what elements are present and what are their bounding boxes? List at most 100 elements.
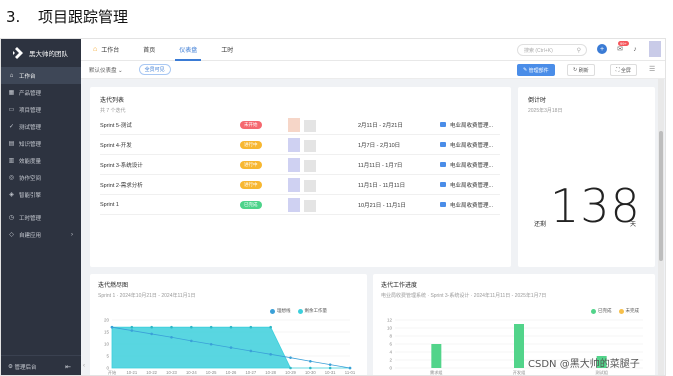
status-badge: 已完成 [240, 200, 262, 209]
brand-name: 黑大帅的团队 [29, 51, 68, 58]
sidebar-item[interactable]: ◎ 协作空间 [1, 169, 81, 186]
x-tick-label: 10-26 [226, 370, 237, 375]
iteration-name[interactable]: Sprint 4-开发 [100, 141, 132, 149]
refresh-button[interactable]: ↻ 刷新 [567, 64, 595, 76]
y-tick-label: 2 [389, 358, 392, 363]
table-row[interactable]: Sprint 1 已完成 10月21日 - 11月1日 电业局收费管理... [100, 195, 500, 215]
table-row[interactable]: Sprint 3-系统设计 进行中 11月11日 - 1月7日 电业局收费管理... [100, 155, 500, 175]
remaining-point [269, 325, 272, 329]
ideal-point [289, 356, 292, 359]
y-tick-label: 6 [389, 342, 392, 347]
notification-badge: 99+ [618, 41, 629, 46]
dashboard-select[interactable]: 默认仪表盘 ⌄ [89, 66, 123, 74]
table-row[interactable]: Sprint 4-开发 进行中 1月7日 - 2月10日 电业局收费管理... [100, 135, 500, 155]
sidebar-item[interactable]: ⌂ 工作台 [1, 67, 81, 84]
folder-icon [440, 162, 446, 167]
table-row[interactable]: Sprint 2-需求分析 进行中 11月1日 - 11月11日 电业局收费管理... [100, 175, 500, 195]
fullscreen-button[interactable]: ⛶ 全屏 [610, 64, 637, 76]
collapse-icon[interactable]: ⇤ [65, 363, 71, 371]
chevron-right-icon: › [71, 231, 73, 238]
sidebar-item[interactable]: ◈ 智能引擎 [1, 186, 81, 203]
tab-dashboard[interactable]: 仪表盘 [167, 39, 209, 61]
project-link[interactable]: 电业局收费管理... [440, 181, 493, 189]
project-link[interactable]: 电业局收费管理... [440, 161, 493, 169]
project-link[interactable]: 电业局收费管理... [440, 141, 493, 149]
remaining-point [229, 325, 233, 329]
burndown-chart: 05101520开始 10-21 10-22 10-23 10-24 10-25 10-26… [104, 318, 356, 375]
owner-avatar [288, 137, 318, 152]
brand[interactable]: 黑大帅的团队 [1, 39, 81, 67]
x-tick-label: 测试组 [595, 369, 608, 376]
card-title: 迭代列表 [100, 98, 125, 104]
folder-icon [440, 142, 446, 147]
sidebar-item[interactable]: ✓ 测试管理 [1, 118, 81, 135]
iteration-name[interactable]: Sprint 2-需求分析 [100, 181, 143, 189]
scrollbar-thumb[interactable] [659, 131, 663, 261]
ideal-point [328, 363, 332, 366]
fullscreen-icon: ⛶ [616, 67, 620, 73]
add-icon[interactable]: + [597, 44, 607, 54]
folder-icon [440, 202, 446, 207]
iteration-dates: 2月11日 - 2月21日 [358, 122, 403, 129]
tab-home[interactable]: 首页 [131, 39, 167, 61]
y-tick-label: 12 [387, 318, 393, 323]
more-menu-icon[interactable]: ☰ [649, 65, 655, 73]
x-tick-label: 开发组 [513, 369, 526, 376]
ideal-point [229, 346, 233, 349]
avatar[interactable] [649, 41, 661, 57]
sidebar-item[interactable]: ▥ 效能度量 [1, 152, 81, 169]
sidebar-item[interactable]: ▦ 产品管理 [1, 84, 81, 101]
test-icon: ✓ [8, 124, 15, 130]
dashboard-toolbar: 默认仪表盘 ⌄ 全员可见 ✎ 管理部件 ↻ 刷新 ⛶ 全屏 ☰ [81, 61, 665, 79]
pager-left-icon[interactable]: ‹ [83, 363, 85, 369]
app-icon: ◇ [9, 232, 14, 238]
ideal-point [150, 332, 153, 336]
owner-avatar [288, 177, 318, 192]
legend-item: 已完成 [591, 308, 612, 314]
sidebar-item[interactable]: ◇ 自建应用 › [1, 226, 81, 243]
card-subtitle: 共 7 个迭代 [100, 108, 126, 114]
y-tick-label: 15 [104, 330, 110, 335]
countdown-unit: 天 [630, 222, 637, 228]
bell-icon[interactable]: ♪ [630, 44, 640, 54]
iteration-name[interactable]: Sprint 3-系统设计 [100, 161, 143, 169]
x-tick-label: 10-23 [166, 370, 177, 375]
iteration-dates: 10月21日 - 11月1日 [358, 202, 406, 209]
progress-legend: 已完成 未完成 [591, 308, 646, 314]
admin-link[interactable]: ⚙ 管理后台 ⇤ [1, 355, 81, 375]
iteration-name[interactable]: Sprint 5-测试 [100, 121, 132, 129]
scrollbar[interactable] [658, 79, 664, 375]
remaining-point [328, 366, 332, 370]
project-link[interactable]: 电业局收费管理... [440, 201, 493, 209]
iteration-name[interactable]: Sprint 1 [100, 202, 119, 208]
sidebar-item[interactable]: ▭ 项目管理 [1, 101, 81, 118]
admin-label: 管理后台 [14, 364, 37, 371]
sidebar-item[interactable]: ▤ 知识管理 [1, 135, 81, 152]
table-row[interactable]: Sprint 5-测试 未开始 2月11日 - 2月21日 电业局收费管理... [100, 115, 500, 135]
manage-widgets-button[interactable]: ✎ 管理部件 [517, 64, 555, 76]
sidebar-item-label: 工作台 [19, 73, 36, 80]
sidebar-item-label: 智能引擎 [19, 192, 42, 199]
y-tick-label: 10 [387, 326, 393, 331]
x-tick-label: 10-21 [126, 370, 137, 375]
tab-workbench[interactable]: ⌂ 工作台 [81, 39, 131, 61]
sidebar-item-label: 产品管理 [19, 90, 42, 97]
admin-icon: ⚙ [8, 363, 13, 370]
refresh-icon: ↻ [573, 67, 578, 73]
ideal-point [170, 335, 173, 339]
card-title: 倒计时 [528, 98, 547, 104]
sidebar-item[interactable]: ◷ 工时管理 [1, 209, 81, 226]
y-tick-label: 10 [104, 342, 110, 347]
folder-icon [440, 182, 446, 187]
y-tick-label: 0 [389, 366, 392, 371]
tab-worktime[interactable]: 工时 [209, 39, 245, 61]
filter-icon[interactable]: ⚲ [577, 47, 581, 54]
y-tick-label: 5 [106, 354, 109, 359]
ideal-point [209, 342, 213, 346]
engine-icon: ◈ [9, 192, 14, 198]
project-link[interactable]: 电业局收费管理... [440, 121, 493, 129]
search-input[interactable]: 搜索 (Ctrl+K) ⚲ [517, 44, 587, 56]
x-tick-label: 10-29 [285, 370, 296, 375]
visibility-tag: 全员可见 [138, 64, 171, 75]
search-placeholder: 搜索 (Ctrl+K) [524, 47, 553, 54]
